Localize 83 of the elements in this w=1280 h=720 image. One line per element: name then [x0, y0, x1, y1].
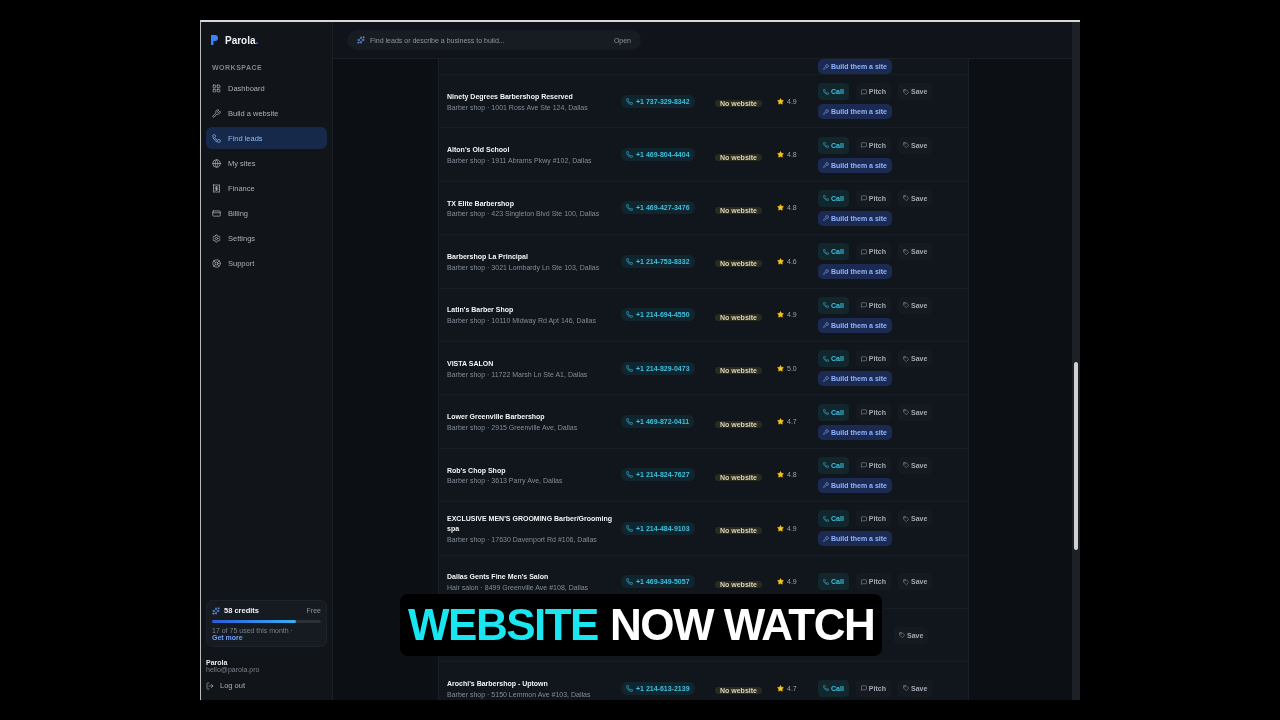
phone-icon	[626, 418, 633, 426]
wrench-icon	[823, 63, 829, 70]
wrench-icon	[823, 375, 829, 382]
wrench-icon	[823, 482, 829, 489]
star-icon	[777, 685, 784, 692]
phone-icon	[626, 364, 633, 372]
tag-icon	[902, 88, 909, 95]
message-icon	[860, 685, 867, 692]
message-icon	[860, 355, 867, 362]
wrench-icon	[823, 268, 829, 275]
wrench-icon	[823, 162, 829, 169]
tag-icon	[902, 302, 909, 309]
tag-icon	[902, 142, 909, 149]
message-icon	[860, 142, 867, 149]
star-icon	[777, 311, 784, 319]
brand-name: Parola.	[225, 34, 259, 46]
phone-icon	[626, 97, 633, 105]
message-icon	[860, 462, 867, 469]
tag-icon	[902, 409, 909, 416]
phone-icon	[823, 462, 829, 469]
caption-word: WEBSITE	[408, 600, 598, 650]
phone-icon	[626, 204, 633, 212]
sparkle-icon	[212, 606, 220, 615]
phone-icon	[626, 471, 633, 479]
tag-icon	[899, 632, 905, 639]
message-icon	[860, 88, 867, 95]
star-icon	[777, 578, 784, 586]
tag-icon	[902, 515, 909, 522]
tag-icon	[902, 195, 909, 202]
message-icon	[860, 195, 867, 202]
logo-icon	[210, 34, 219, 46]
message-icon	[860, 515, 867, 522]
wrench-icon	[823, 429, 829, 436]
wrench-icon	[823, 535, 829, 542]
phone-icon	[823, 88, 829, 95]
phone-icon	[823, 195, 829, 202]
star-icon	[777, 257, 784, 265]
receipt-icon	[212, 183, 221, 193]
star-icon	[777, 524, 784, 532]
grid-icon	[212, 83, 221, 93]
phone-icon	[626, 311, 633, 319]
phone-icon	[823, 142, 829, 149]
star-icon	[777, 471, 784, 479]
caption-word: NOW WATCH	[609, 600, 875, 650]
message-icon	[860, 302, 867, 309]
phone-icon	[823, 578, 829, 585]
phone-icon	[823, 248, 829, 255]
lifebuoy-icon	[212, 258, 221, 268]
phone-icon	[626, 524, 633, 532]
phone-icon	[626, 685, 633, 692]
phone-icon	[626, 578, 633, 586]
phone-icon	[823, 409, 829, 416]
logout-icon	[206, 681, 214, 690]
wrench-icon	[823, 215, 829, 222]
settings-icon	[212, 233, 221, 243]
tag-icon	[902, 578, 909, 585]
message-icon	[860, 248, 867, 255]
star-icon	[777, 418, 784, 426]
wrench-icon	[212, 108, 221, 118]
scrollbar[interactable]	[1072, 22, 1080, 700]
tag-icon	[902, 685, 909, 692]
tag-icon	[902, 355, 909, 362]
star-icon	[777, 97, 784, 105]
phone-icon	[823, 515, 829, 522]
globe-icon	[212, 158, 221, 168]
phone-icon	[626, 151, 633, 159]
message-icon	[860, 409, 867, 416]
tag-icon	[902, 248, 909, 255]
wrench-icon	[823, 108, 829, 115]
credit-card-icon	[212, 208, 221, 218]
phone-icon	[823, 302, 829, 309]
message-icon	[860, 578, 867, 585]
star-icon	[777, 151, 784, 159]
scrollbar-thumb[interactable]	[1074, 362, 1078, 550]
phone-icon	[212, 133, 221, 143]
tag-icon	[902, 462, 909, 469]
star-icon	[777, 204, 784, 212]
phone-icon	[823, 685, 829, 692]
wrench-icon	[823, 322, 829, 329]
phone-icon	[823, 355, 829, 362]
sparkle-icon	[357, 36, 365, 44]
phone-icon	[626, 257, 633, 265]
star-icon	[777, 364, 784, 372]
